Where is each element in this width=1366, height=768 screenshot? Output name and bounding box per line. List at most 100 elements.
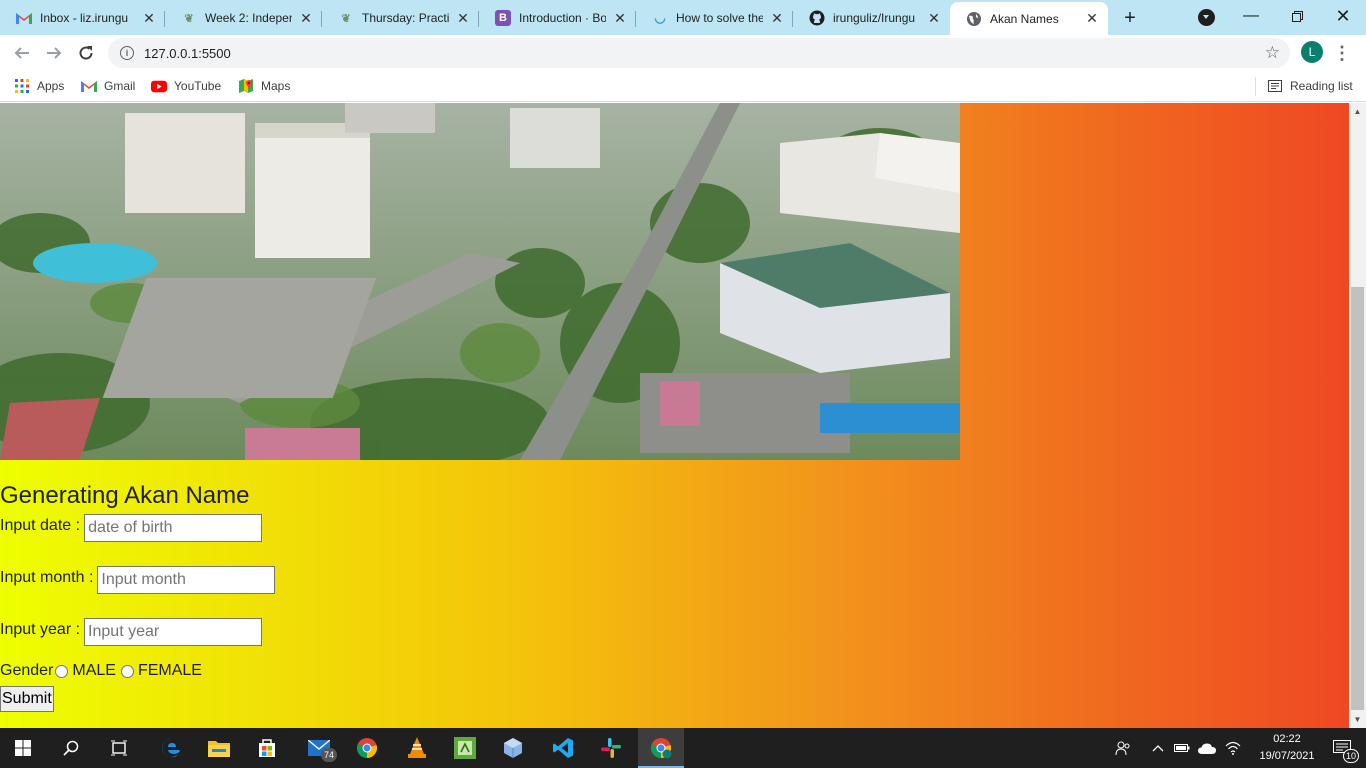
forward-icon[interactable] — [40, 39, 68, 67]
month-input[interactable] — [97, 566, 276, 594]
month-label: Input month : — [0, 569, 94, 586]
scroll-up-icon[interactable]: ▲ — [1349, 103, 1366, 120]
tab-title: Introduction · Boo — [519, 11, 606, 25]
submit-button[interactable]: Submit — [0, 686, 54, 712]
minimize-icon[interactable]: — — [1228, 0, 1274, 32]
reading-list-label: Reading list — [1290, 79, 1353, 93]
tab-how-to-solve[interactable]: ◡ How to solve the ✕ — [636, 3, 793, 33]
stackoverflow-icon: ◡ — [654, 10, 666, 25]
date-row: Input date : — [0, 511, 700, 563]
gender-label: Gender — [0, 662, 54, 679]
store-icon[interactable] — [244, 728, 290, 768]
reading-list-button[interactable]: Reading list — [1267, 77, 1353, 95]
tab-title: irunguliz/Irungu — [833, 11, 916, 25]
vscode-icon[interactable] — [540, 728, 586, 768]
bookmark-maps[interactable]: Maps — [238, 77, 290, 95]
close-tab-icon[interactable]: ✕ — [612, 10, 628, 26]
url-text[interactable]: 127.0.0.1:5500 — [144, 46, 231, 61]
gmail-icon — [81, 78, 97, 94]
date-input[interactable] — [84, 514, 263, 542]
vlc-icon[interactable] — [394, 728, 440, 768]
bookmark-label: YouTube — [174, 79, 222, 93]
akan-form: Generating Akan Name Input date : Input … — [0, 481, 700, 712]
tab-title: How to solve the — [676, 11, 763, 25]
moringa-icon: ❦ — [341, 12, 351, 25]
new-tab-icon[interactable]: + — [1118, 6, 1142, 30]
chrome-profile-icon[interactable] — [638, 728, 684, 768]
moringa-icon: ❦ — [184, 12, 194, 25]
mail-badge: 74 — [321, 748, 337, 762]
profile-avatar[interactable]: L — [1301, 41, 1323, 63]
youtube-icon — [151, 78, 167, 94]
battery-icon[interactable] — [1172, 728, 1192, 768]
windows-taskbar: 74 02:22 19/07/2021 10 — [0, 728, 1366, 768]
menu-icon[interactable]: ⋮ — [1333, 42, 1351, 64]
onedrive-icon[interactable] — [1196, 728, 1218, 768]
tab-search-icon[interactable] — [1198, 9, 1215, 26]
close-tab-icon[interactable]: ✕ — [769, 10, 785, 26]
tab-week2[interactable]: ❦ Week 2: Independ ✕ — [165, 3, 322, 33]
chrome-icon[interactable] — [344, 728, 390, 768]
bookmarks-bar: Apps Gmail YouTube Maps Reading list — [0, 71, 1366, 102]
scrollbar-thumb[interactable] — [1351, 287, 1364, 710]
edge-icon[interactable] — [148, 728, 194, 768]
virtualbox-icon[interactable] — [490, 728, 536, 768]
female-radio[interactable] — [120, 664, 134, 678]
clock-time: 02:22 — [1273, 733, 1301, 745]
tab-gmail[interactable]: Inbox - liz.irungu ✕ — [0, 3, 165, 33]
apps-grid-icon — [14, 78, 30, 94]
close-tab-icon[interactable]: ✕ — [455, 10, 471, 26]
bookmark-youtube[interactable]: YouTube — [151, 77, 221, 95]
tab-thursday[interactable]: ❦ Thursday: Practic ✕ — [322, 3, 479, 33]
page-scrollbar[interactable]: ▲ ▼ — [1349, 103, 1366, 728]
female-label: FEMALE — [137, 662, 202, 679]
close-tab-icon[interactable]: ✕ — [926, 10, 942, 26]
tab-akan-names[interactable]: Akan Names ✕ — [950, 2, 1108, 35]
close-tab-icon[interactable]: ✕ — [1084, 10, 1100, 27]
notification-center-icon[interactable]: 10 — [1322, 728, 1362, 768]
globe-icon — [966, 11, 982, 27]
start-icon[interactable] — [0, 728, 46, 768]
mail-icon[interactable]: 74 — [296, 728, 342, 768]
male-radio[interactable] — [55, 664, 69, 678]
system-clock[interactable]: 02:22 19/07/2021 — [1256, 731, 1318, 765]
tab-title: Week 2: Independ — [205, 11, 292, 25]
gmail-icon — [16, 10, 32, 26]
file-explorer-icon[interactable] — [196, 728, 242, 768]
reload-icon[interactable] — [72, 39, 100, 67]
male-label: MALE — [72, 662, 116, 679]
site-info-icon[interactable]: i — [120, 46, 134, 60]
wifi-icon[interactable] — [1222, 728, 1244, 768]
year-input[interactable] — [84, 618, 263, 646]
notification-badge: 10 — [1342, 749, 1359, 763]
browser-toolbar: i 127.0.0.1:5500 ☆ L ⋮ — [0, 35, 1366, 71]
back-icon[interactable] — [8, 39, 36, 67]
search-icon[interactable] — [48, 728, 94, 768]
month-row: Input month : — [0, 563, 700, 615]
bootstrap-icon: B — [495, 10, 511, 26]
address-bar[interactable]: i 127.0.0.1:5500 ☆ — [108, 38, 1290, 68]
close-tab-icon[interactable]: ✕ — [141, 10, 157, 26]
android-studio-icon[interactable] — [442, 728, 488, 768]
tab-github[interactable]: irunguliz/Irungu ✕ — [793, 3, 950, 33]
task-view-icon[interactable] — [96, 728, 142, 768]
maps-icon — [238, 78, 254, 94]
bookmarks-divider — [1255, 77, 1256, 96]
bookmark-gmail[interactable]: Gmail — [81, 77, 135, 95]
close-window-icon[interactable]: ✕ — [1320, 0, 1366, 32]
tab-title: Inbox - liz.irungu — [40, 11, 129, 25]
tab-title: Akan Names — [990, 11, 1059, 26]
bookmark-star-icon[interactable]: ☆ — [1265, 43, 1280, 63]
tab-bootstrap[interactable]: B Introduction · Boo ✕ — [479, 3, 636, 33]
slack-icon[interactable] — [588, 728, 634, 768]
clock-date: 19/07/2021 — [1259, 750, 1315, 762]
people-icon[interactable] — [1110, 728, 1136, 768]
year-label: Input year : — [0, 621, 81, 638]
close-tab-icon[interactable]: ✕ — [298, 10, 314, 26]
date-label: Input date : — [0, 517, 81, 534]
bookmark-label: Gmail — [104, 79, 136, 93]
bookmark-apps[interactable]: Apps — [14, 77, 64, 95]
show-hidden-icons-icon[interactable] — [1148, 728, 1168, 768]
scroll-down-icon[interactable]: ▼ — [1349, 711, 1366, 728]
restore-icon[interactable] — [1274, 0, 1320, 32]
